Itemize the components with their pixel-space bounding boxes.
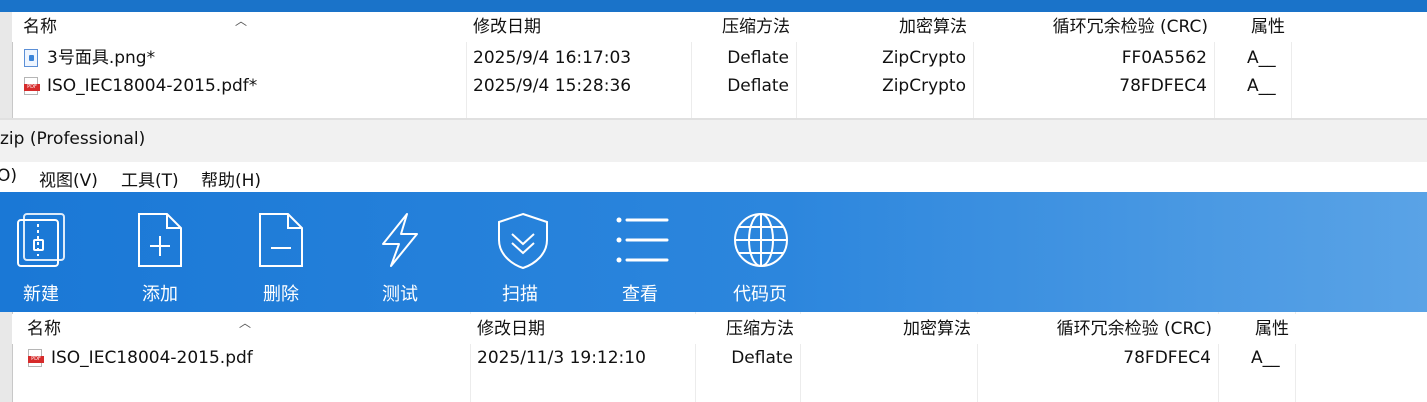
file-encryption: ZipCrypto — [882, 76, 966, 96]
scan-shield-icon — [498, 212, 548, 270]
column-header-method[interactable]: 压缩方法 — [695, 314, 800, 344]
column-header-encryption[interactable]: 加密算法 — [796, 12, 973, 42]
view-list-icon — [616, 217, 669, 263]
file-attributes: A__ — [1247, 76, 1276, 96]
table-row[interactable]: ISO_IEC18004-2015.pdf 2025/11/3 19:12:10… — [12, 344, 1427, 372]
test-lightning-icon — [382, 213, 418, 267]
column-header-crc[interactable]: 循环冗余检验 (CRC) — [977, 314, 1218, 344]
column-header-encryption-label: 加密算法 — [903, 319, 971, 339]
table-row[interactable]: 3号面具.png* 2025/9/4 16:17:03 Deflate ZipC… — [12, 44, 1427, 72]
column-header-attributes[interactable]: 属性 — [1214, 12, 1291, 42]
list-header: 名称 ︿ 修改日期 压缩方法 加密算法 循环冗余检验 (CRC) 属性 — [12, 314, 1427, 344]
file-crc: FF0A5562 — [1121, 48, 1207, 68]
column-header-modified[interactable]: 修改日期 — [470, 314, 695, 344]
png-file-icon — [24, 49, 38, 67]
column-header-attributes-label: 属性 — [1255, 319, 1289, 339]
scan-label: 扫描 — [502, 284, 538, 305]
file-crc: 78FDFEC4 — [1119, 76, 1207, 96]
test-label: 测试 — [382, 284, 418, 305]
column-header-crc[interactable]: 循环冗余检验 (CRC) — [973, 12, 1214, 42]
test-button[interactable]: 测试 — [355, 192, 445, 312]
view-label: 查看 — [622, 284, 658, 305]
column-header-encryption-label: 加密算法 — [899, 17, 967, 37]
menu-item-tools[interactable]: 工具(T) — [121, 166, 179, 191]
delete-file-icon — [259, 213, 303, 267]
sort-ascending-icon: ︿ — [235, 14, 248, 28]
file-name: ISO_IEC18004-2015.pdf — [51, 348, 253, 368]
new-archive-button[interactable]: 新建 — [0, 192, 86, 312]
file-encryption — [800, 344, 970, 372]
table-row[interactable]: ISO_IEC18004-2015.pdf* 2025/9/4 15:28:36… — [12, 72, 1427, 100]
column-header-crc-label: 循环冗余检验 (CRC) — [1056, 319, 1212, 339]
column-header-method-label: 压缩方法 — [726, 319, 794, 339]
add-file-label: 添加 — [142, 284, 178, 305]
file-modified: 2025/11/3 19:12:10 — [477, 348, 646, 368]
column-header-attributes[interactable]: 属性 — [1218, 314, 1295, 344]
menu-bar: O) 视图(V) 工具(T) 帮助(H) — [0, 162, 1427, 192]
file-attributes: A__ — [1251, 348, 1280, 368]
column-header-encryption[interactable]: 加密算法 — [800, 314, 977, 344]
main-toolbar: 新建 添加 删除 测试 扫描 查看 代码页 — [0, 192, 1427, 312]
column-header-name[interactable]: 名称 ︿ — [12, 314, 470, 344]
delete-file-label: 删除 — [263, 284, 299, 305]
file-modified: 2025/9/4 15:28:36 — [473, 76, 632, 96]
sort-ascending-icon: ︿ — [239, 316, 252, 330]
file-method: Deflate — [727, 76, 789, 96]
delete-file-button[interactable]: 删除 — [236, 192, 326, 312]
pdf-file-icon — [24, 77, 40, 95]
window-titlebar[interactable]: zip (Professional) — [0, 118, 1427, 162]
codepage-label: 代码页 — [733, 284, 787, 305]
column-header-modified-label: 修改日期 — [473, 17, 541, 37]
add-file-button[interactable]: 添加 — [115, 192, 205, 312]
file-name: 3号面具.png* — [47, 48, 156, 68]
column-header-method-label: 压缩方法 — [722, 17, 790, 37]
column-header-method[interactable]: 压缩方法 — [691, 12, 796, 42]
file-method: Deflate — [727, 48, 789, 68]
menu-item-help[interactable]: 帮助(H) — [201, 166, 261, 191]
file-encryption: ZipCrypto — [882, 48, 966, 68]
pdf-file-icon — [28, 349, 44, 367]
codepage-button[interactable]: 代码页 — [715, 192, 805, 312]
column-header-modified[interactable]: 修改日期 — [466, 12, 691, 42]
file-crc: 78FDFEC4 — [1123, 348, 1211, 368]
column-header-name-label: 名称 — [27, 319, 61, 339]
scan-button[interactable]: 扫描 — [475, 192, 565, 312]
column-header-attributes-label: 属性 — [1251, 17, 1285, 37]
window-title: zip (Professional) — [0, 129, 146, 149]
window-edge-strip — [0, 0, 1427, 12]
menu-item-view[interactable]: 视图(V) — [39, 166, 98, 191]
column-header-name[interactable]: 名称 ︿ — [12, 12, 466, 42]
file-attributes: A__ — [1247, 48, 1276, 68]
menu-item-options[interactable]: O) — [0, 166, 17, 186]
new-archive-icon — [17, 213, 65, 267]
view-button[interactable]: 查看 — [595, 192, 685, 312]
column-header-name-label: 名称 — [23, 17, 57, 37]
archive-list-top[interactable]: 名称 ︿ 修改日期 压缩方法 加密算法 循环冗余检验 (CRC) 属性 3号面具… — [0, 12, 1427, 118]
archive-list-bottom[interactable]: 名称 ︿ 修改日期 压缩方法 加密算法 循环冗余检验 (CRC) 属性 ISO_… — [0, 312, 1427, 402]
column-header-modified-label: 修改日期 — [477, 319, 545, 339]
file-method: Deflate — [731, 348, 793, 368]
new-archive-label: 新建 — [23, 284, 59, 305]
list-header: 名称 ︿ 修改日期 压缩方法 加密算法 循环冗余检验 (CRC) 属性 — [12, 12, 1427, 42]
codepage-globe-icon — [734, 213, 788, 267]
file-modified: 2025/9/4 16:17:03 — [473, 48, 632, 68]
file-name: ISO_IEC18004-2015.pdf* — [47, 76, 258, 96]
add-file-icon — [138, 213, 182, 267]
column-header-crc-label: 循环冗余检验 (CRC) — [1052, 17, 1208, 37]
